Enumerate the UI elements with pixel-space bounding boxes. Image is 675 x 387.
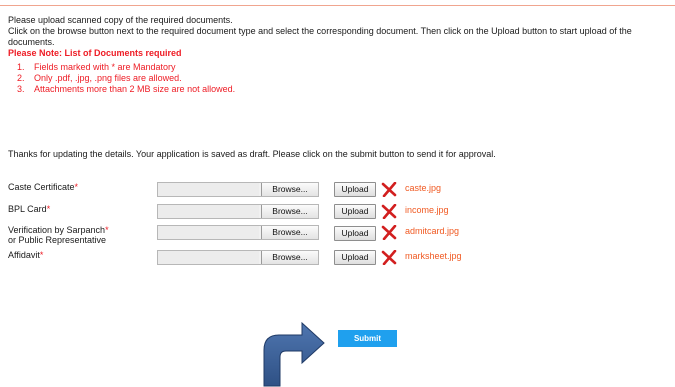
- upload-button[interactable]: Upload: [334, 204, 376, 219]
- submit-button[interactable]: Submit: [338, 330, 397, 347]
- document-row-caste-certificate: Caste Certificate* Browse... Upload cast…: [0, 182, 675, 204]
- curved-arrow-icon: [263, 321, 325, 387]
- document-row-verification: Verification by Sarpanch* or Public Repr…: [0, 225, 675, 247]
- required-mark: *: [105, 225, 109, 235]
- uploaded-file-link[interactable]: marksheet.jpg: [405, 251, 462, 261]
- upload-button[interactable]: Upload: [334, 182, 376, 197]
- rule-number: 3.: [17, 84, 25, 94]
- browse-button[interactable]: Browse...: [261, 251, 318, 264]
- delete-icon[interactable]: [381, 225, 397, 240]
- delete-icon[interactable]: [381, 204, 397, 219]
- rule-item: 2. Only .pdf, .jpg, .png files are allowe…: [17, 73, 235, 84]
- upload-button[interactable]: Upload: [334, 250, 376, 265]
- file-path-field[interactable]: [158, 226, 259, 239]
- rule-text: Only .pdf, .jpg, .png files are allowed.: [34, 73, 182, 83]
- required-mark: *: [74, 182, 79, 192]
- document-label: BPL Card*: [8, 204, 51, 214]
- document-row-affidavit: Affidavit* Browse... Upload marksheet.jp…: [0, 250, 675, 272]
- rule-number: 1.: [17, 62, 25, 72]
- uploaded-file-link[interactable]: caste.jpg: [405, 183, 441, 193]
- uploaded-file-link[interactable]: admitcard.jpg: [405, 226, 459, 236]
- top-divider: [0, 5, 675, 6]
- required-mark: *: [46, 204, 51, 214]
- draft-saved-message: Thanks for updating the details. Your ap…: [8, 149, 496, 159]
- rule-text: Attachments more than 2 MB size are not …: [34, 84, 236, 94]
- file-path-field[interactable]: [158, 183, 259, 196]
- file-input[interactable]: Browse...: [157, 225, 319, 240]
- document-label: Caste Certificate*: [8, 182, 79, 192]
- file-path-field[interactable]: [158, 205, 259, 218]
- rules-list: 1. Fields marked with * are Mandatory 2. O…: [17, 62, 235, 95]
- browse-button[interactable]: Browse...: [261, 183, 318, 196]
- file-input[interactable]: Browse...: [157, 250, 319, 265]
- browse-button[interactable]: Browse...: [261, 205, 318, 218]
- upload-button[interactable]: Upload: [334, 226, 376, 241]
- rule-text: Fields marked with * are Mandatory: [34, 62, 176, 72]
- delete-icon[interactable]: [381, 250, 397, 265]
- instruction-line-2: Click on the browse button next to the r…: [8, 26, 632, 47]
- file-path-field[interactable]: [158, 251, 259, 264]
- rule-number: 2.: [17, 73, 25, 83]
- file-input[interactable]: Browse...: [157, 204, 319, 219]
- instruction-line-1: Please upload scanned copy of the requir…: [8, 15, 233, 25]
- browse-button[interactable]: Browse...: [261, 226, 318, 239]
- uploaded-file-link[interactable]: income.jpg: [405, 205, 449, 215]
- instructions: Please upload scanned copy of the requir…: [8, 15, 675, 59]
- documents-note: Please Note: List of Documents required: [8, 48, 182, 58]
- document-label: Affidavit*: [8, 250, 44, 260]
- delete-icon[interactable]: [381, 182, 397, 197]
- document-label: Verification by Sarpanch* or Public Repr…: [8, 225, 109, 245]
- rule-item: 3. Attachments more than 2 MB size are no…: [17, 84, 235, 95]
- file-input[interactable]: Browse...: [157, 182, 319, 197]
- document-label-line-2: or Public Representative: [8, 235, 107, 245]
- document-row-bpl-card: BPL Card* Browse... Upload income.jpg: [0, 204, 675, 226]
- rule-item: 1. Fields marked with * are Mandatory: [17, 62, 235, 73]
- required-mark: *: [39, 250, 44, 260]
